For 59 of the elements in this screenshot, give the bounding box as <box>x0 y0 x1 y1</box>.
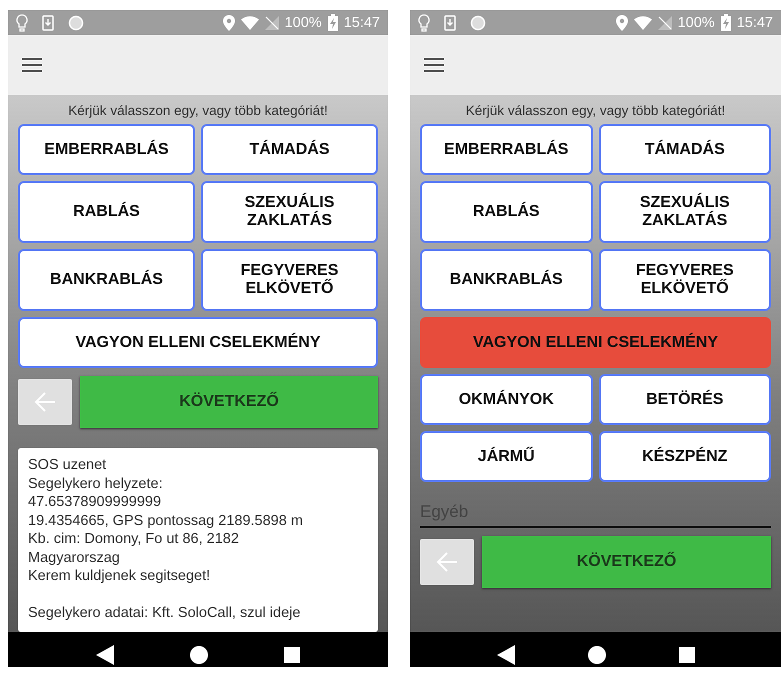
category-button[interactable]: RABLÁS <box>18 181 195 243</box>
location-icon <box>222 14 235 30</box>
phone-download-icon <box>444 14 456 30</box>
message-line: Kerem kuldjenek segitseget! <box>28 567 212 586</box>
message-line: Magyarorszag <box>28 548 121 567</box>
location-icon <box>616 14 628 30</box>
next-button[interactable]: KÖVETKEZŐ <box>482 536 771 588</box>
recents-square-icon[interactable] <box>678 646 694 662</box>
circle-icon <box>68 14 84 30</box>
category-button[interactable]: EMBERRABLÁS <box>18 124 195 175</box>
next-button[interactable]: KÖVETKEZŐ <box>80 376 378 428</box>
category-button[interactable]: FEGYVERES ELKÖVETŐ <box>201 249 378 311</box>
no-sim-icon <box>658 16 672 30</box>
back-triangle-icon[interactable] <box>496 644 514 664</box>
message-line: Kb. cim: Domony, Fo ut 86, 2182 <box>28 530 240 548</box>
wifi-icon <box>240 16 259 30</box>
category-button[interactable]: FEGYVERES ELKÖVETŐ <box>598 249 771 311</box>
back-arrow-icon <box>34 392 56 412</box>
clock-time: 15:47 <box>344 14 380 30</box>
wifi-icon <box>634 16 652 30</box>
message-line: 47.65378909999999 <box>28 493 162 512</box>
category-button[interactable]: EMBERRABLÁS <box>420 124 592 175</box>
category-button[interactable]: VAGYON ELLENI CSELEKMÉNY <box>420 317 771 368</box>
battery-charging-icon <box>328 14 338 31</box>
message-line: Segelykero adatai: Kft. SoloCall, szul ideje <box>28 604 302 622</box>
category-button[interactable]: VAGYON ELLENI CSELEKMÉNY <box>18 317 378 368</box>
clock-time: 15:47 <box>736 14 773 30</box>
category-button[interactable]: BANKRABLÁS <box>18 249 195 311</box>
instruction-text: Kérjük válasszon egy, vagy több kategóriát! <box>464 103 726 118</box>
category-button[interactable]: SZEXUÁLIS ZAKLATÁS <box>201 181 378 243</box>
recents-square-icon[interactable] <box>284 646 300 662</box>
lightbulb-icon <box>418 14 430 32</box>
circle-icon <box>470 14 486 30</box>
home-circle-icon[interactable] <box>588 646 606 664</box>
category-button[interactable]: RABLÁS <box>420 181 592 243</box>
category-button[interactable]: SZEXUÁLIS ZAKLATÁS <box>598 181 771 243</box>
back-arrow-icon <box>436 552 458 572</box>
category-button[interactable]: OKMÁNYOK <box>420 374 592 425</box>
category-button[interactable]: TÁMADÁS <box>201 124 378 175</box>
back-triangle-icon[interactable] <box>96 644 114 664</box>
no-sim-icon <box>264 16 279 30</box>
message-line: Segelykero helyzete: <box>28 474 164 493</box>
battery-percentage: 100% <box>284 14 322 30</box>
category-button[interactable]: TÁMADÁS <box>598 124 771 175</box>
menu-icon[interactable] <box>424 58 444 72</box>
message-line: SOS uzenet <box>28 456 108 474</box>
phone-download-icon <box>42 14 54 30</box>
battery-percentage: 100% <box>678 14 715 30</box>
message-text-box[interactable] <box>18 448 378 632</box>
category-button[interactable]: BANKRABLÁS <box>420 249 592 311</box>
lightbulb-icon <box>16 14 28 32</box>
menu-icon[interactable] <box>22 58 42 72</box>
message-line: 19.4354665, GPS pontossag 2189.5898 m <box>28 512 304 530</box>
instruction-text: Kérjük válasszon egy, vagy több kategóriát! <box>67 103 329 118</box>
category-button[interactable]: KÉSZPÉNZ <box>598 431 771 482</box>
battery-charging-icon <box>720 14 731 31</box>
category-button[interactable]: JÁRMŰ <box>420 431 592 482</box>
home-circle-icon[interactable] <box>190 646 208 664</box>
category-button[interactable]: BETÖRÉS <box>598 374 771 425</box>
